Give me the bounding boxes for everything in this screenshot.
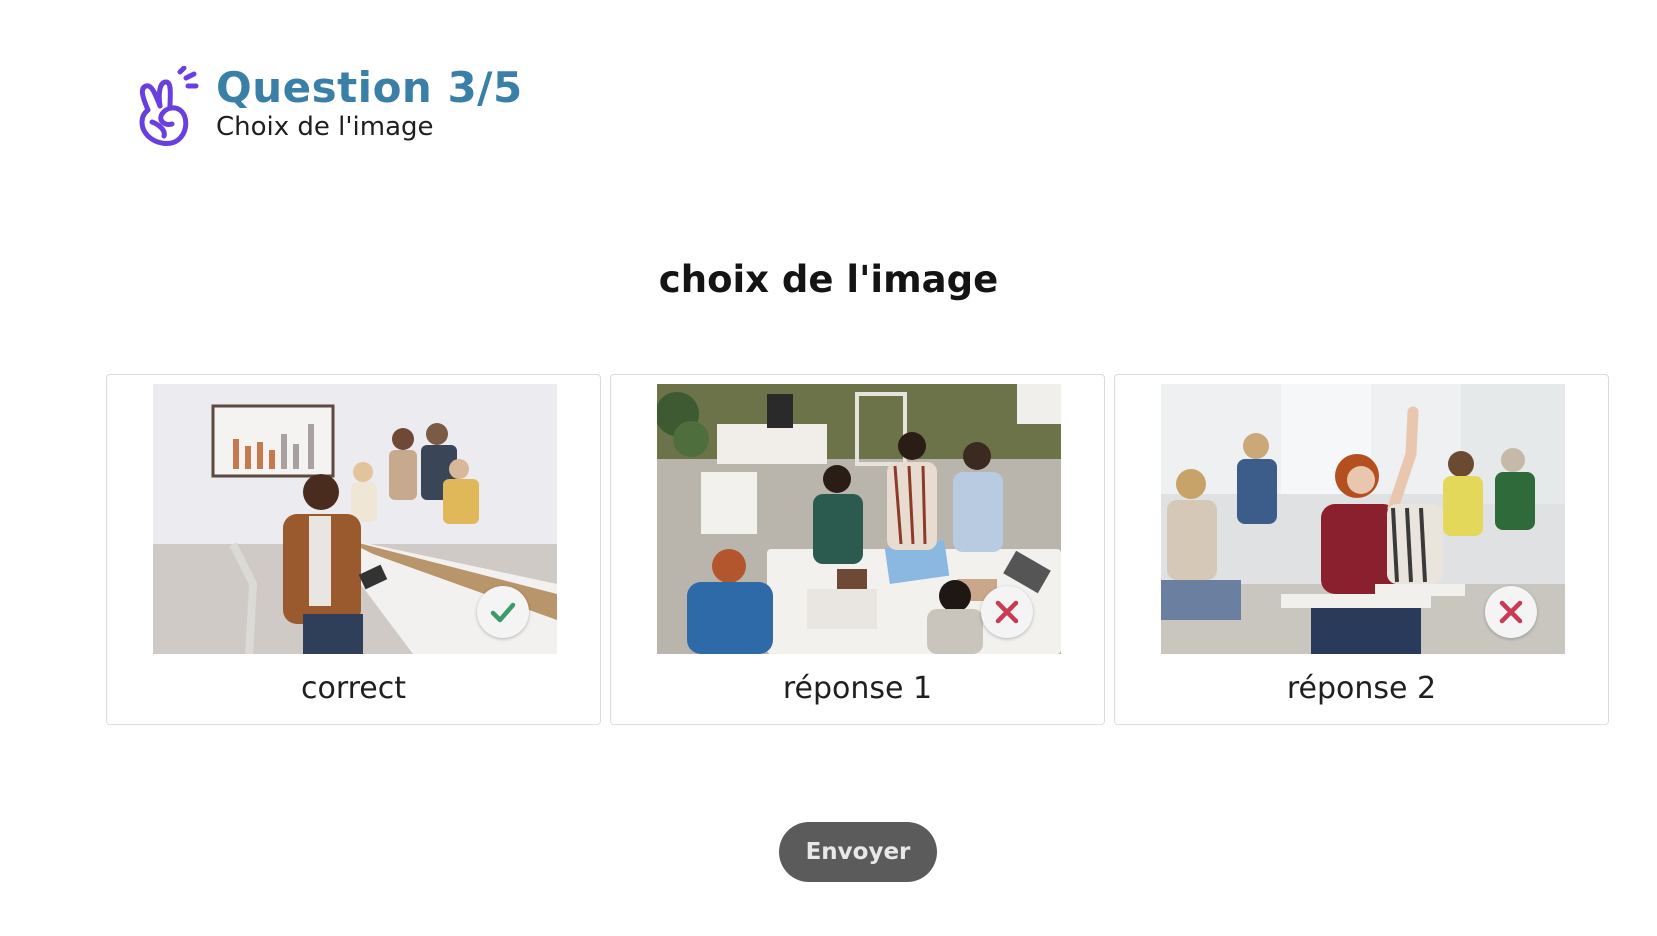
correct-status-badge <box>477 586 529 638</box>
cross-icon <box>995 600 1019 624</box>
incorrect-status-badge <box>1485 586 1537 638</box>
choice-image-team-planning <box>657 384 1061 654</box>
choice-card-reponse-2[interactable]: réponse 2 <box>1114 374 1609 725</box>
choice-card-reponse-1[interactable]: réponse 1 <box>610 374 1105 725</box>
choice-card-correct[interactable]: correct <box>106 374 601 725</box>
quiz-header: Question 3/5 Choix de l'image <box>136 62 523 158</box>
choice-image-office-meeting <box>153 384 557 654</box>
cross-icon <box>1499 600 1523 624</box>
choice-image-classroom <box>1161 384 1565 654</box>
peace-hand-logo-icon <box>139 66 199 146</box>
question-prompt: choix de l'image <box>658 258 999 301</box>
submit-button[interactable]: Envoyer <box>779 822 937 882</box>
check-icon <box>490 602 516 623</box>
incorrect-status-badge <box>981 586 1033 638</box>
choice-label: correct <box>300 671 407 706</box>
question-type-subtitle: Choix de l'image <box>216 112 434 142</box>
question-counter-title: Question 3/5 <box>216 63 523 112</box>
answer-choices: correct réponse 1 réponse 2 <box>106 374 1609 725</box>
choice-label: réponse 1 <box>782 671 933 706</box>
choice-label: réponse 2 <box>1286 671 1437 706</box>
